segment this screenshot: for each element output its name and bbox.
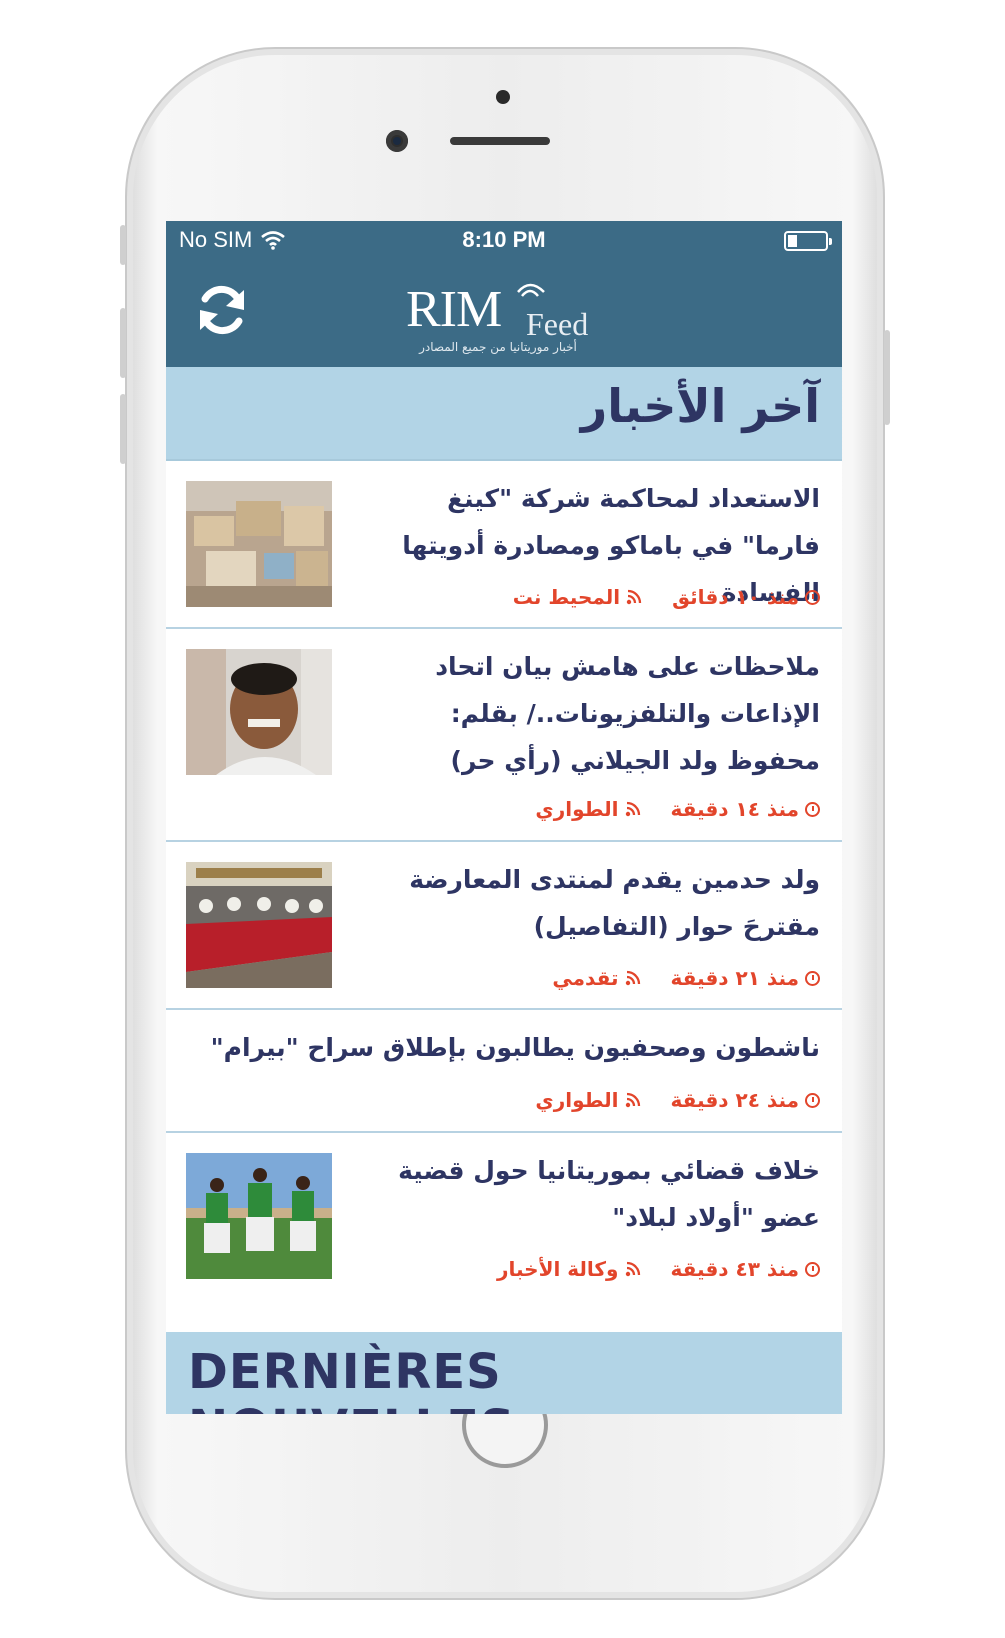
news-time: منذ ٢٤ دقيقة (670, 1088, 800, 1112)
news-source-group[interactable]: الطواري (535, 797, 640, 821)
news-title[interactable]: ولد حدمين يقدم لمنتدى المعارضة مقترحَ حو… (380, 856, 820, 950)
mute-switch (120, 225, 126, 265)
app-logo: RIM Feed أخبار موريتانيا من جميع المصادر (406, 276, 606, 356)
news-source-group[interactable]: المحيط نت (513, 585, 642, 609)
news-title[interactable]: ناشطون وصحفيون يطالبون بإطلاق سراح "بيرا… (200, 1024, 820, 1071)
news-time-group: منذ ١٠ دقائق (672, 585, 820, 609)
status-time: 8:10 PM (462, 227, 546, 252)
section-header-arabic: آخر الأخبار (166, 367, 842, 461)
news-time-group: منذ ٢١ دقيقة (670, 966, 820, 990)
news-source-group[interactable]: تقدمي (552, 966, 640, 990)
signal-waves-icon (517, 283, 545, 297)
proximity-sensor (496, 90, 510, 104)
logo-tagline: أخبار موريتانيا من جميع المصادر (419, 340, 577, 354)
refresh-icon[interactable] (192, 280, 252, 340)
news-list: الاستعداد لمحاكمة شركة "كينغ فارما" في ب… (166, 461, 842, 1299)
clock-icon (805, 1261, 820, 1277)
news-time: منذ ١٤ دقيقة (670, 797, 800, 821)
news-title[interactable]: ملاحظات على هامش بيان اتحاد الإذاعات وال… (380, 643, 820, 784)
rss-icon (625, 970, 640, 986)
news-item[interactable]: ناشطون وصحفيون يطالبون بإطلاق سراح "بيرا… (166, 1010, 842, 1133)
news-item[interactable]: ملاحظات على هامش بيان اتحاد الإذاعات وال… (166, 629, 842, 842)
news-time: منذ ٤٣ دقيقة (670, 1257, 800, 1281)
rss-icon (625, 1261, 640, 1277)
news-time-group: منذ ١٤ دقيقة (670, 797, 820, 821)
news-item[interactable]: الاستعداد لمحاكمة شركة "كينغ فارما" في ب… (166, 461, 842, 629)
news-meta: منذ ١٤ دقيقة الطواري (535, 797, 820, 821)
news-meta: منذ ٢٤ دقيقة الطواري (535, 1088, 820, 1112)
front-camera (386, 130, 408, 152)
news-time-group: منذ ٢٤ دقيقة (670, 1088, 820, 1112)
rss-icon (626, 589, 642, 605)
battery-level (788, 235, 797, 247)
news-time: منذ ١٠ دقائق (672, 585, 799, 609)
news-item[interactable]: ولد حدمين يقدم لمنتدى المعارضة مقترحَ حو… (166, 842, 842, 1010)
logo-rim: RIM (406, 281, 502, 338)
volume-down-button (120, 394, 126, 464)
news-source[interactable]: تقدمي (552, 966, 618, 990)
news-source[interactable]: الطواري (535, 797, 618, 821)
news-time-group: منذ ٤٣ دقيقة (670, 1257, 820, 1281)
clock-icon (805, 589, 820, 605)
app-header: RIM Feed أخبار موريتانيا من جميع المصادر (166, 256, 842, 367)
news-item[interactable]: خلاف قضائي بموريتانيا حول قضية عضو "أولا… (166, 1133, 842, 1299)
battery-icon (784, 231, 832, 251)
volume-up-button (120, 308, 126, 378)
news-meta: منذ ١٠ دقائق المحيط نت (513, 585, 820, 609)
news-meta: منذ ٤٣ دقيقة وكالة الأخبار (497, 1257, 820, 1281)
news-thumbnail (186, 649, 332, 775)
app-screen: No SIM 8:10 PM RIM Feed أخبار موريتانيا … (166, 221, 842, 1414)
news-thumbnail (186, 862, 332, 988)
news-thumbnail (186, 1153, 332, 1279)
news-meta: منذ ٢١ دقيقة تقدمي (552, 966, 820, 990)
rss-icon (625, 801, 640, 817)
status-bar: No SIM 8:10 PM (166, 221, 842, 256)
clock-icon (805, 970, 820, 986)
news-source-group[interactable]: الطواري (535, 1088, 640, 1112)
news-time: منذ ٢١ دقيقة (670, 966, 800, 990)
section-title-fr: DERNIÈRES NOUVELLES (188, 1344, 514, 1414)
news-source[interactable]: المحيط نت (513, 585, 620, 609)
section-header-french: DERNIÈRES NOUVELLES (166, 1332, 842, 1414)
power-button (884, 330, 890, 425)
news-title[interactable]: خلاف قضائي بموريتانيا حول قضية عضو "أولا… (380, 1147, 820, 1241)
clock-icon (805, 801, 820, 817)
logo-feed: Feed (526, 306, 589, 342)
news-thumbnail (186, 481, 332, 607)
news-source[interactable]: وكالة الأخبار (497, 1257, 619, 1281)
news-source[interactable]: الطواري (535, 1088, 618, 1112)
rss-icon (625, 1092, 640, 1108)
news-source-group[interactable]: وكالة الأخبار (497, 1257, 641, 1281)
clock-icon (805, 1092, 820, 1108)
section-title: آخر الأخبار (580, 379, 820, 433)
earpiece-speaker (450, 137, 550, 145)
